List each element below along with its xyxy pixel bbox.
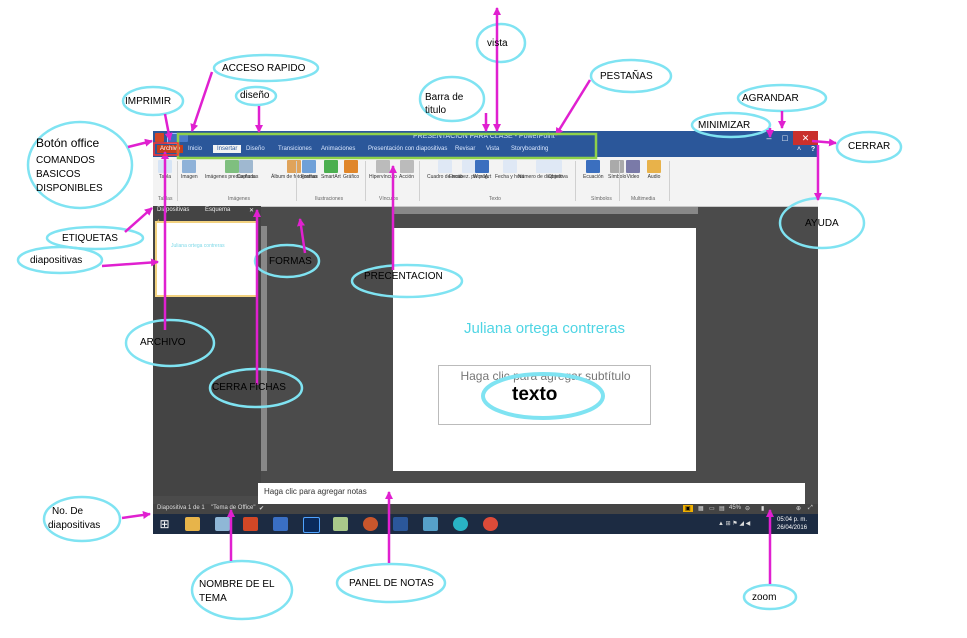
callout-ellipse-no-diapositivas [42,495,122,543]
label-no-diapositivas-1: No. De [52,506,84,517]
callout-arrow-imprimir [163,113,173,141]
label-barra-titulo-2: titulo [425,105,447,116]
callout-arrow-cerrar [811,138,837,147]
label-vista: vista [487,38,508,49]
callout-arrow-pestanas [554,79,592,136]
label-agrandar: AGRANDAR [742,93,799,104]
label-boton-office-3: BASICOS [36,169,81,180]
label-cerrar: CERRAR [848,141,891,152]
label-nombre-tema-1: NOMBRE DE EL [199,579,275,590]
callout-arrow-boton-office [127,138,153,149]
label-cerra-fichas: CERRA FICHAS [212,382,286,393]
label-boton-office-4: DISPONIBLES [36,183,103,194]
callout-arrow-no-diapositivas [121,511,151,520]
label-texto: texto [512,384,558,405]
label-pestanas: PESTAÑAS [600,71,653,82]
label-diapositivas: diapositivas [30,255,83,266]
label-minimizar: MINIMIZAR [698,120,751,131]
label-precentacion: PRECENTACION [364,271,443,282]
label-archivo: ARCHIVO [140,337,186,348]
label-boton-office-1: Botón office [36,136,100,150]
label-no-diapositivas-2: diapositivas [48,520,101,531]
label-diseno: diseño [240,90,270,101]
label-nombre-tema-2: TEMA [199,593,227,604]
label-barra-titulo-1: Barra de [425,92,464,103]
label-formas: FORMAS [269,256,312,267]
label-zoom: zoom [752,592,777,603]
label-imprimir: IMPRIMIR [125,96,172,107]
label-acceso-rapido: ACCESO RAPIDO [222,63,306,74]
callout-arrow-etiquetas [124,207,153,233]
label-ayuda: AYUDA [805,218,839,229]
tabs-highlight-box [176,132,598,160]
callout-arrow-acceso-rapido [190,71,214,132]
callout-arrow-diapositivas [101,258,159,268]
label-panel-notas: PANEL DE NOTAS [349,578,434,589]
label-etiquetas: ETIQUETAS [62,233,118,244]
label-boton-office-2: COMANDOS [36,155,95,166]
